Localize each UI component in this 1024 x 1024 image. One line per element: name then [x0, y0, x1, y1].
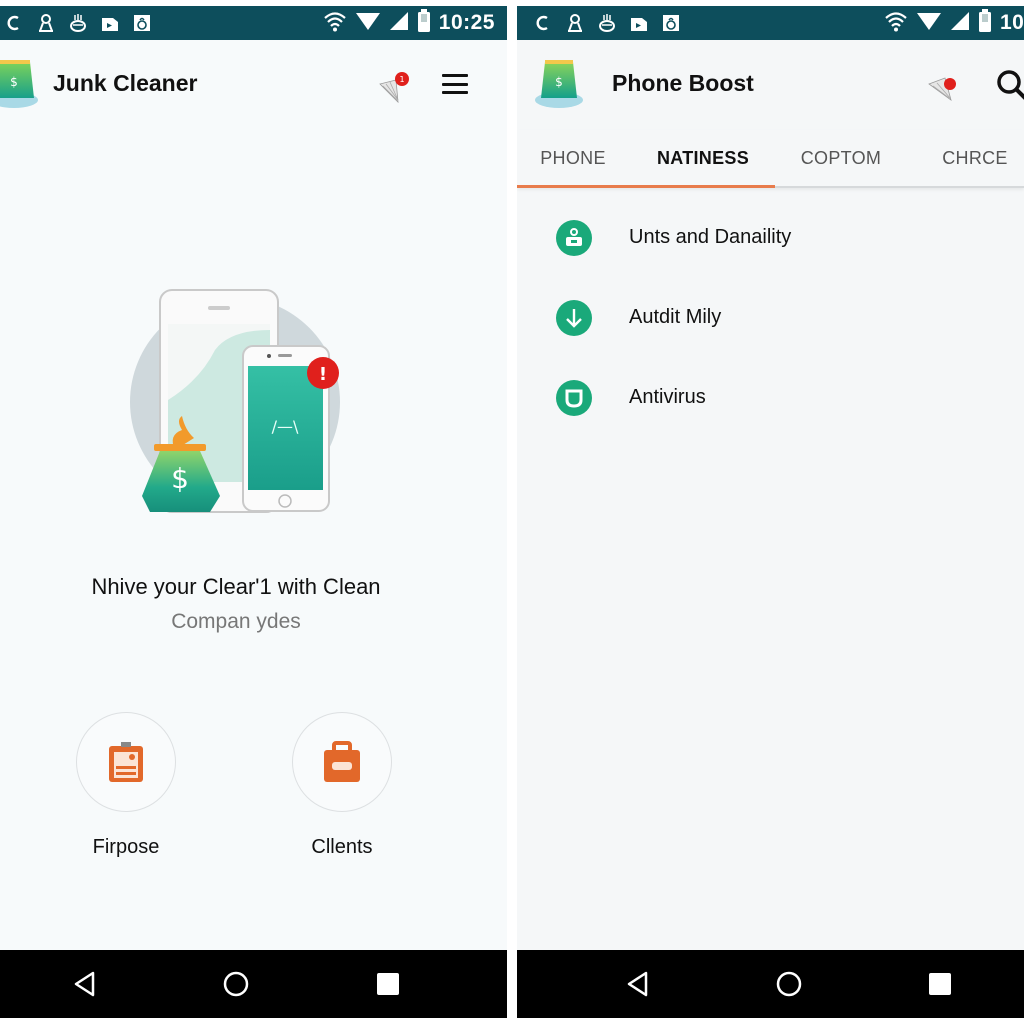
app-bar: $ Junk Cleaner 1: [0, 40, 507, 130]
action-firpose-button[interactable]: [76, 712, 176, 812]
bag-icon: [661, 13, 681, 33]
back-icon[interactable]: [619, 968, 655, 1000]
svg-text:$: $: [10, 75, 18, 89]
junk-cleaner-screen: 10:25 $ Junk Cleaner 1 /—\ ! $ Nhive you…: [0, 6, 507, 1018]
screen-glyph: /—\: [272, 417, 299, 436]
signal-icon: [916, 11, 942, 36]
action-clients[interactable]: Cllents: [292, 712, 394, 858]
action-firpose[interactable]: Firpose: [76, 712, 178, 858]
list-item[interactable]: Unts and Danaility: [517, 208, 1024, 268]
notification-badge: 1: [399, 75, 404, 84]
battery-icon: [978, 8, 992, 38]
wifi-icon: [884, 10, 908, 37]
action-firpose-label: Firpose: [92, 836, 160, 858]
list-item-label: Unts and Danaility: [629, 226, 792, 248]
id-card-icon: [109, 742, 143, 782]
action-clients-button[interactable]: [292, 712, 392, 812]
home-icon[interactable]: [771, 968, 807, 1000]
recents-icon[interactable]: [370, 968, 406, 1000]
status-time: 10:3: [999, 11, 1024, 34]
app-bar: $ Phone Boost: [517, 40, 1024, 130]
cellular-icon: [950, 11, 970, 36]
storage-icon: [556, 220, 592, 256]
tab-natiness[interactable]: NATINESS: [635, 130, 771, 186]
briefcase-icon: [324, 741, 360, 782]
sync-icon: [533, 13, 553, 33]
hamburger-menu-icon[interactable]: [440, 70, 470, 98]
sync-icon: [4, 13, 24, 33]
list-item[interactable]: Antivirus: [517, 368, 1024, 428]
back-icon[interactable]: [66, 968, 102, 1000]
search-icon[interactable]: [995, 68, 1024, 104]
app-title: Phone Boost: [612, 70, 754, 96]
active-tab-indicator: [517, 185, 775, 188]
list-item-label: Antivirus: [629, 386, 706, 408]
cake-icon: [597, 13, 617, 33]
wifi-icon: [323, 10, 347, 37]
shield-icon: [556, 380, 592, 416]
status-time: 10:25: [438, 11, 495, 34]
navigation-bar: [517, 950, 1024, 1018]
play-store-icon: [100, 13, 120, 33]
battery-icon: [417, 8, 431, 38]
svg-text:$: $: [555, 75, 563, 89]
status-bar: 10:25: [0, 6, 507, 40]
play-store-icon: [629, 13, 649, 33]
tab-chrce[interactable]: CHRCE: [927, 130, 1023, 186]
tab-phone[interactable]: PHONE: [517, 130, 629, 186]
bag-symbol: $: [171, 462, 189, 495]
tab-coptom[interactable]: COPTOM: [781, 130, 901, 186]
signal-icon: [355, 11, 381, 36]
bag-icon: [132, 13, 152, 33]
navigation-bar: [0, 950, 507, 1018]
phone-boost-screen: 10:3 $ Phone Boost PHONE NATINESS COPTOM…: [517, 6, 1024, 1018]
account-icon: [565, 13, 585, 33]
cellular-icon: [389, 11, 409, 36]
tab-bar: PHONE NATINESS COPTOM CHRCE: [517, 130, 1024, 188]
booster-logo-icon[interactable]: $: [535, 54, 583, 110]
hero-headline: Nhive your Clear'1 with Clean: [91, 574, 381, 599]
list-item-label: Autdit Mily: [629, 306, 722, 328]
cleaner-logo-icon[interactable]: $: [0, 54, 38, 110]
action-clients-label: Cllents: [311, 836, 373, 858]
cake-icon: [68, 13, 88, 33]
status-bar: 10:3: [517, 6, 1024, 40]
app-title: Junk Cleaner: [53, 70, 198, 96]
notification-shuttlecock-icon[interactable]: [927, 70, 963, 106]
account-icon: [36, 13, 56, 33]
alert-badge: !: [319, 364, 327, 385]
list-item[interactable]: Autdit Mily: [517, 288, 1024, 348]
notification-shuttlecock-icon[interactable]: 1: [376, 70, 412, 106]
recents-icon[interactable]: [922, 968, 958, 1000]
hero-subline: Compan ydes: [171, 610, 301, 633]
phones-cleaning-illustration: /—\ ! $: [130, 289, 340, 513]
home-icon[interactable]: [218, 968, 254, 1000]
download-icon: [556, 300, 592, 336]
